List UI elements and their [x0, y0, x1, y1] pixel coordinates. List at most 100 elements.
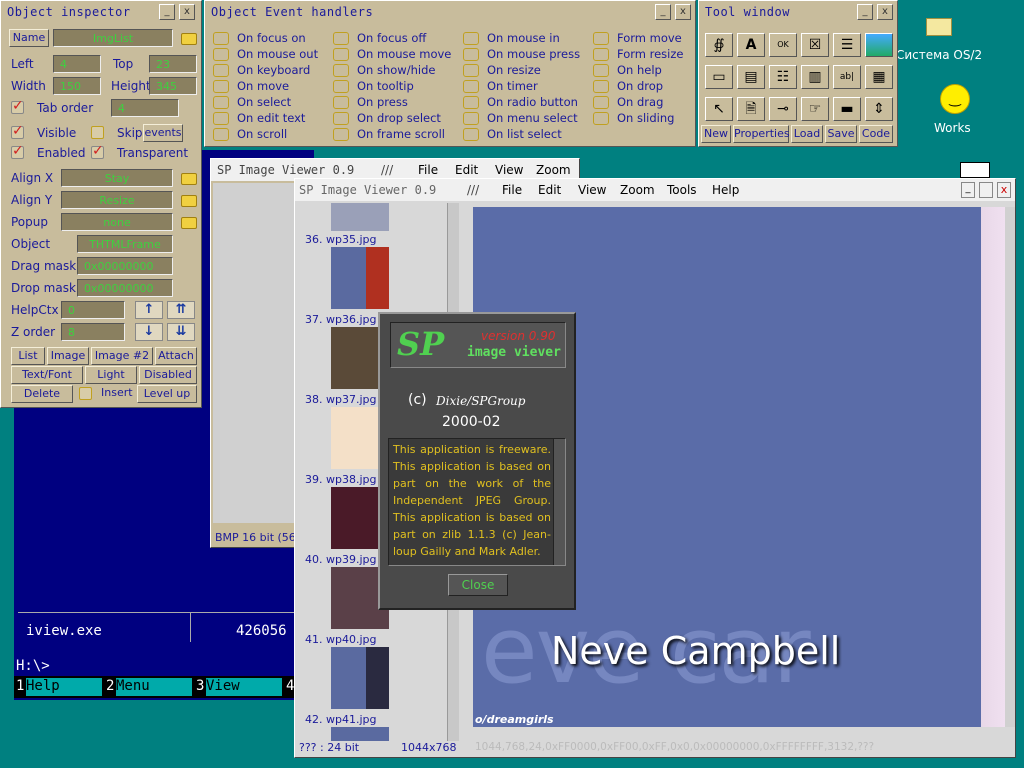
close-button[interactable]: Close: [448, 574, 508, 596]
maximize-button[interactable]: [979, 182, 993, 198]
menu-view[interactable]: View: [578, 183, 606, 197]
folder-icon[interactable]: [181, 173, 197, 185]
minimize-button[interactable]: _: [159, 4, 175, 20]
up-arrow-icon[interactable]: ↑: [135, 301, 163, 319]
events-button[interactable]: events: [143, 124, 183, 142]
document-tool-icon[interactable]: 🗎: [737, 97, 765, 121]
taborder-checkbox[interactable]: [11, 98, 24, 114]
thumbnail-caption[interactable]: 40. wp39.jpg: [305, 553, 376, 566]
thumbnail-image[interactable]: [331, 247, 389, 309]
slider-tool-icon[interactable]: ⊸: [769, 97, 797, 121]
skip-checkbox[interactable]: [91, 126, 104, 139]
event-checkbox[interactable]: [213, 96, 229, 109]
event-checkbox[interactable]: [463, 64, 479, 77]
spin-tool-icon[interactable]: ⇕: [865, 97, 893, 121]
menu-edit[interactable]: Edit: [538, 183, 561, 197]
event-checkbox[interactable]: [333, 64, 349, 77]
minimize-button[interactable]: _: [655, 4, 671, 20]
folder-icon[interactable]: [181, 195, 197, 207]
text-tool-icon[interactable]: A: [737, 33, 765, 57]
dropmask-field[interactable]: 0x00000000: [77, 279, 173, 297]
smiley-icon[interactable]: ‿: [940, 84, 970, 114]
book-icon[interactable]: [960, 162, 990, 178]
event-checkbox[interactable]: [333, 32, 349, 45]
dragmask-field[interactable]: 0x00000000: [77, 257, 173, 275]
fkey-view[interactable]: View: [206, 678, 282, 696]
event-checkbox[interactable]: [463, 96, 479, 109]
new-button[interactable]: New: [701, 125, 731, 143]
event-checkbox[interactable]: [593, 64, 609, 77]
close-button[interactable]: x: [997, 182, 1011, 198]
frame-tool-icon[interactable]: ∯: [705, 33, 733, 57]
close-button[interactable]: x: [675, 4, 691, 20]
properties-button[interactable]: Properties: [733, 125, 790, 143]
event-checkbox[interactable]: [593, 96, 609, 109]
tab-list[interactable]: List: [11, 347, 45, 365]
tab-light[interactable]: Light: [85, 366, 137, 384]
tab-image[interactable]: Image: [47, 347, 89, 365]
event-checkbox[interactable]: [213, 112, 229, 125]
image-tool-icon[interactable]: [865, 33, 893, 57]
event-checkbox[interactable]: [333, 128, 349, 141]
event-checkbox[interactable]: [593, 48, 609, 61]
console-prompt[interactable]: H:\>: [16, 658, 50, 674]
checkbox-tool-icon[interactable]: ☒: [801, 33, 829, 57]
memo-tool-icon[interactable]: ▤: [737, 65, 765, 89]
event-checkbox[interactable]: [593, 112, 609, 125]
thumbnail-caption[interactable]: 42. wp41.jpg: [305, 713, 376, 726]
transparent-checkbox[interactable]: [91, 143, 104, 159]
down-arrow-icon[interactable]: ↓: [135, 323, 163, 341]
cursor-tool-icon[interactable]: ↖: [705, 97, 733, 121]
top-field[interactable]: 23: [149, 55, 197, 73]
menu-help[interactable]: Help: [712, 183, 739, 197]
folder-icon[interactable]: [181, 217, 197, 229]
left-field[interactable]: 4: [53, 55, 101, 73]
event-checkbox[interactable]: [333, 80, 349, 93]
tab-image2[interactable]: Image #2: [91, 347, 153, 365]
fkey-menu[interactable]: Menu: [116, 678, 192, 696]
thumbnail-caption[interactable]: 41. wp40.jpg: [305, 633, 376, 646]
about-text-box[interactable]: This application is freeware. This appli…: [388, 438, 566, 566]
event-checkbox[interactable]: [213, 32, 229, 45]
menu-file[interactable]: File: [418, 163, 438, 177]
edit-tool-icon[interactable]: ab|: [833, 65, 861, 89]
insert-checkbox[interactable]: [79, 387, 92, 400]
zorder-field[interactable]: 8: [61, 323, 125, 341]
thumbnail-caption[interactable]: 37. wp36.jpg: [305, 313, 376, 326]
width-field[interactable]: 150: [53, 77, 101, 95]
load-button[interactable]: Load: [791, 125, 823, 143]
close-button[interactable]: x: [179, 4, 195, 20]
desktop-folder-icon[interactable]: [922, 14, 956, 40]
window-tool-icon[interactable]: ▬: [833, 97, 861, 121]
double-up-arrow-icon[interactable]: ⇈: [167, 301, 195, 319]
menu-file[interactable]: File: [502, 183, 522, 197]
name-button[interactable]: Name: [9, 29, 49, 47]
height-field[interactable]: 345: [149, 77, 197, 95]
event-checkbox[interactable]: [463, 48, 479, 61]
event-checkbox[interactable]: [333, 96, 349, 109]
thumbnail-image[interactable]: [331, 647, 389, 709]
thumbnail-caption[interactable]: 38. wp37.jpg: [305, 393, 376, 406]
event-checkbox[interactable]: [463, 128, 479, 141]
desktop-icon-label[interactable]: Works: [934, 121, 971, 135]
combo-tool-icon[interactable]: ☷: [769, 65, 797, 89]
event-checkbox[interactable]: [463, 32, 479, 45]
event-checkbox[interactable]: [213, 128, 229, 141]
tab-disabled[interactable]: Disabled: [139, 366, 197, 384]
minimize-button[interactable]: _: [857, 4, 873, 20]
fkey-help[interactable]: Help: [26, 678, 102, 696]
pointer-tool-icon[interactable]: ☞: [801, 97, 829, 121]
event-checkbox[interactable]: [213, 64, 229, 77]
menu-tool-icon[interactable]: ▭: [705, 65, 733, 89]
grid-tool-icon[interactable]: ▦: [865, 65, 893, 89]
event-checkbox[interactable]: [593, 80, 609, 93]
event-checkbox[interactable]: [463, 80, 479, 93]
event-checkbox[interactable]: [333, 48, 349, 61]
folder-icon[interactable]: [181, 33, 197, 45]
event-checkbox[interactable]: [593, 32, 609, 45]
menu-zoom[interactable]: Zoom: [536, 163, 571, 177]
tab-attach[interactable]: Attach: [155, 347, 197, 365]
desktop-icon-label[interactable]: Система OS/2: [896, 48, 982, 62]
object-field[interactable]: THTMLFrame: [77, 235, 173, 253]
save-button[interactable]: Save: [825, 125, 857, 143]
